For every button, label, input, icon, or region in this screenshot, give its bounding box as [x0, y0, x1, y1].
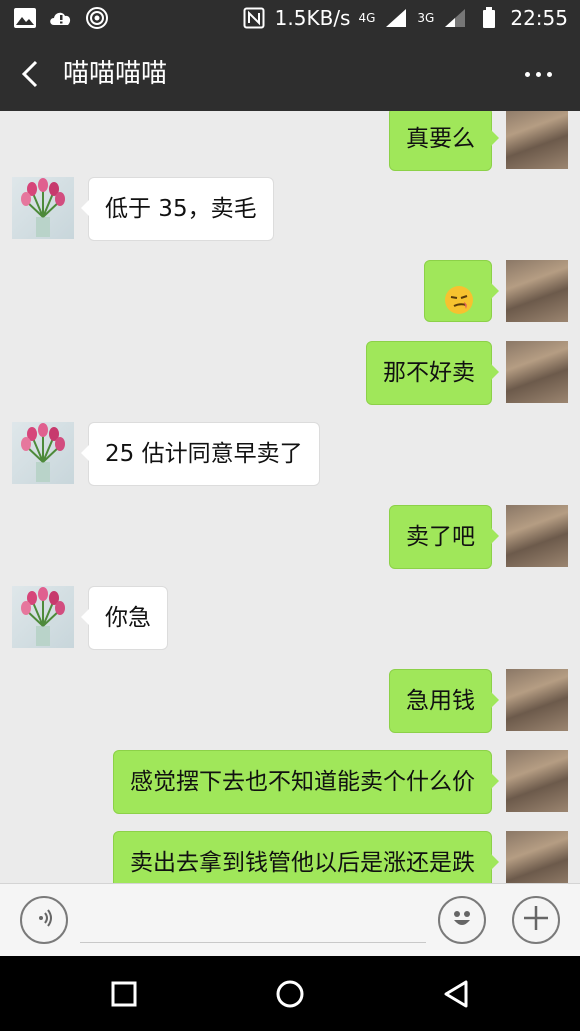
more-options-icon[interactable] [525, 72, 552, 77]
message-bubble-out[interactable]: 那不好卖 [366, 341, 499, 405]
message-row-out [0, 260, 580, 324]
message-input[interactable] [80, 942, 426, 943]
smiley-icon [447, 903, 477, 937]
back-arrow-icon[interactable] [14, 56, 48, 92]
system-navigation-bar [0, 956, 580, 1031]
status-bar: 1.5KB/s 4G 3G 22:55 [0, 0, 580, 38]
message-bubble-out[interactable]: 感觉摆下去也不知道能卖个什么价 [113, 750, 499, 814]
chat-title: 喵喵喵喵 [63, 59, 168, 89]
back-icon[interactable] [440, 978, 472, 1010]
my-avatar[interactable] [506, 669, 568, 731]
contact-avatar[interactable] [12, 422, 74, 484]
message-row-out: 卖出去拿到钱管他以后是涨还是跌 [0, 831, 580, 883]
message-text: 卖了吧 [406, 524, 475, 550]
network-speed: 1.5KB/s [274, 6, 351, 30]
input-bar [0, 883, 580, 957]
contact-avatar[interactable] [12, 177, 74, 239]
cloud-alert-icon [48, 6, 74, 30]
message-row-out: 那不好卖 [0, 341, 580, 405]
message-text: 那不好卖 [383, 360, 475, 386]
network-type-4g: 4G [358, 11, 376, 25]
home-icon[interactable] [274, 978, 306, 1010]
message-bubble-out[interactable]: 卖了吧 [389, 505, 499, 569]
signal-icon-2 [442, 6, 468, 30]
message-text: 25 估计同意早卖了 [105, 441, 303, 467]
gallery-notification-icon [12, 6, 38, 30]
message-row-out: 真要么 [0, 111, 580, 171]
my-avatar[interactable] [506, 260, 568, 322]
message-row-in: 你急 [0, 586, 580, 650]
nfc-icon [241, 6, 267, 30]
my-avatar[interactable] [506, 750, 568, 812]
chat-header: 喵喵喵喵 [0, 38, 580, 111]
message-bubble-out[interactable]: 真要么 [389, 111, 499, 171]
smirk-emoji-icon [444, 277, 474, 314]
message-text: 你急 [105, 605, 151, 631]
signal-icon [383, 6, 409, 30]
message-row-in: 25 估计同意早卖了 [0, 422, 580, 486]
more-functions-button[interactable] [512, 896, 560, 944]
network-type-3g: 3G [417, 11, 435, 25]
voice-icon [32, 906, 56, 934]
emoji-button[interactable] [438, 896, 486, 944]
message-bubble-in[interactable]: 低于 35，卖毛 [81, 177, 274, 241]
message-row-out: 急用钱 [0, 669, 580, 733]
my-avatar[interactable] [506, 505, 568, 567]
clock: 22:55 [510, 6, 568, 30]
message-text: 卖出去拿到钱管他以后是涨还是跌 [130, 850, 475, 876]
voice-input-button[interactable] [20, 896, 68, 944]
my-avatar[interactable] [506, 831, 568, 883]
message-text: 感觉摆下去也不知道能卖个什么价 [130, 769, 475, 795]
message-text: 低于 35，卖毛 [105, 196, 257, 222]
message-row-in: 低于 35，卖毛 [0, 177, 580, 241]
message-text: 真要么 [406, 126, 475, 152]
message-bubble-out[interactable] [424, 260, 499, 322]
hotspot-icon [84, 6, 110, 30]
message-bubble-in[interactable]: 你急 [81, 586, 168, 650]
message-list[interactable]: 真要么 低于 35，卖毛 那不好卖 25 估计同意早卖了 卖了吧 你急 急用钱 … [0, 111, 580, 883]
battery-icon [476, 6, 502, 30]
recent-apps-icon[interactable] [108, 978, 140, 1010]
contact-avatar[interactable] [12, 586, 74, 648]
plus-icon [522, 904, 550, 936]
message-text: 急用钱 [406, 688, 475, 714]
message-bubble-out[interactable]: 急用钱 [389, 669, 499, 733]
message-bubble-out[interactable]: 卖出去拿到钱管他以后是涨还是跌 [113, 831, 499, 883]
my-avatar[interactable] [506, 341, 568, 403]
message-row-out: 卖了吧 [0, 505, 580, 569]
my-avatar[interactable] [506, 111, 568, 169]
message-bubble-in[interactable]: 25 估计同意早卖了 [81, 422, 320, 486]
message-row-out: 感觉摆下去也不知道能卖个什么价 [0, 750, 580, 814]
